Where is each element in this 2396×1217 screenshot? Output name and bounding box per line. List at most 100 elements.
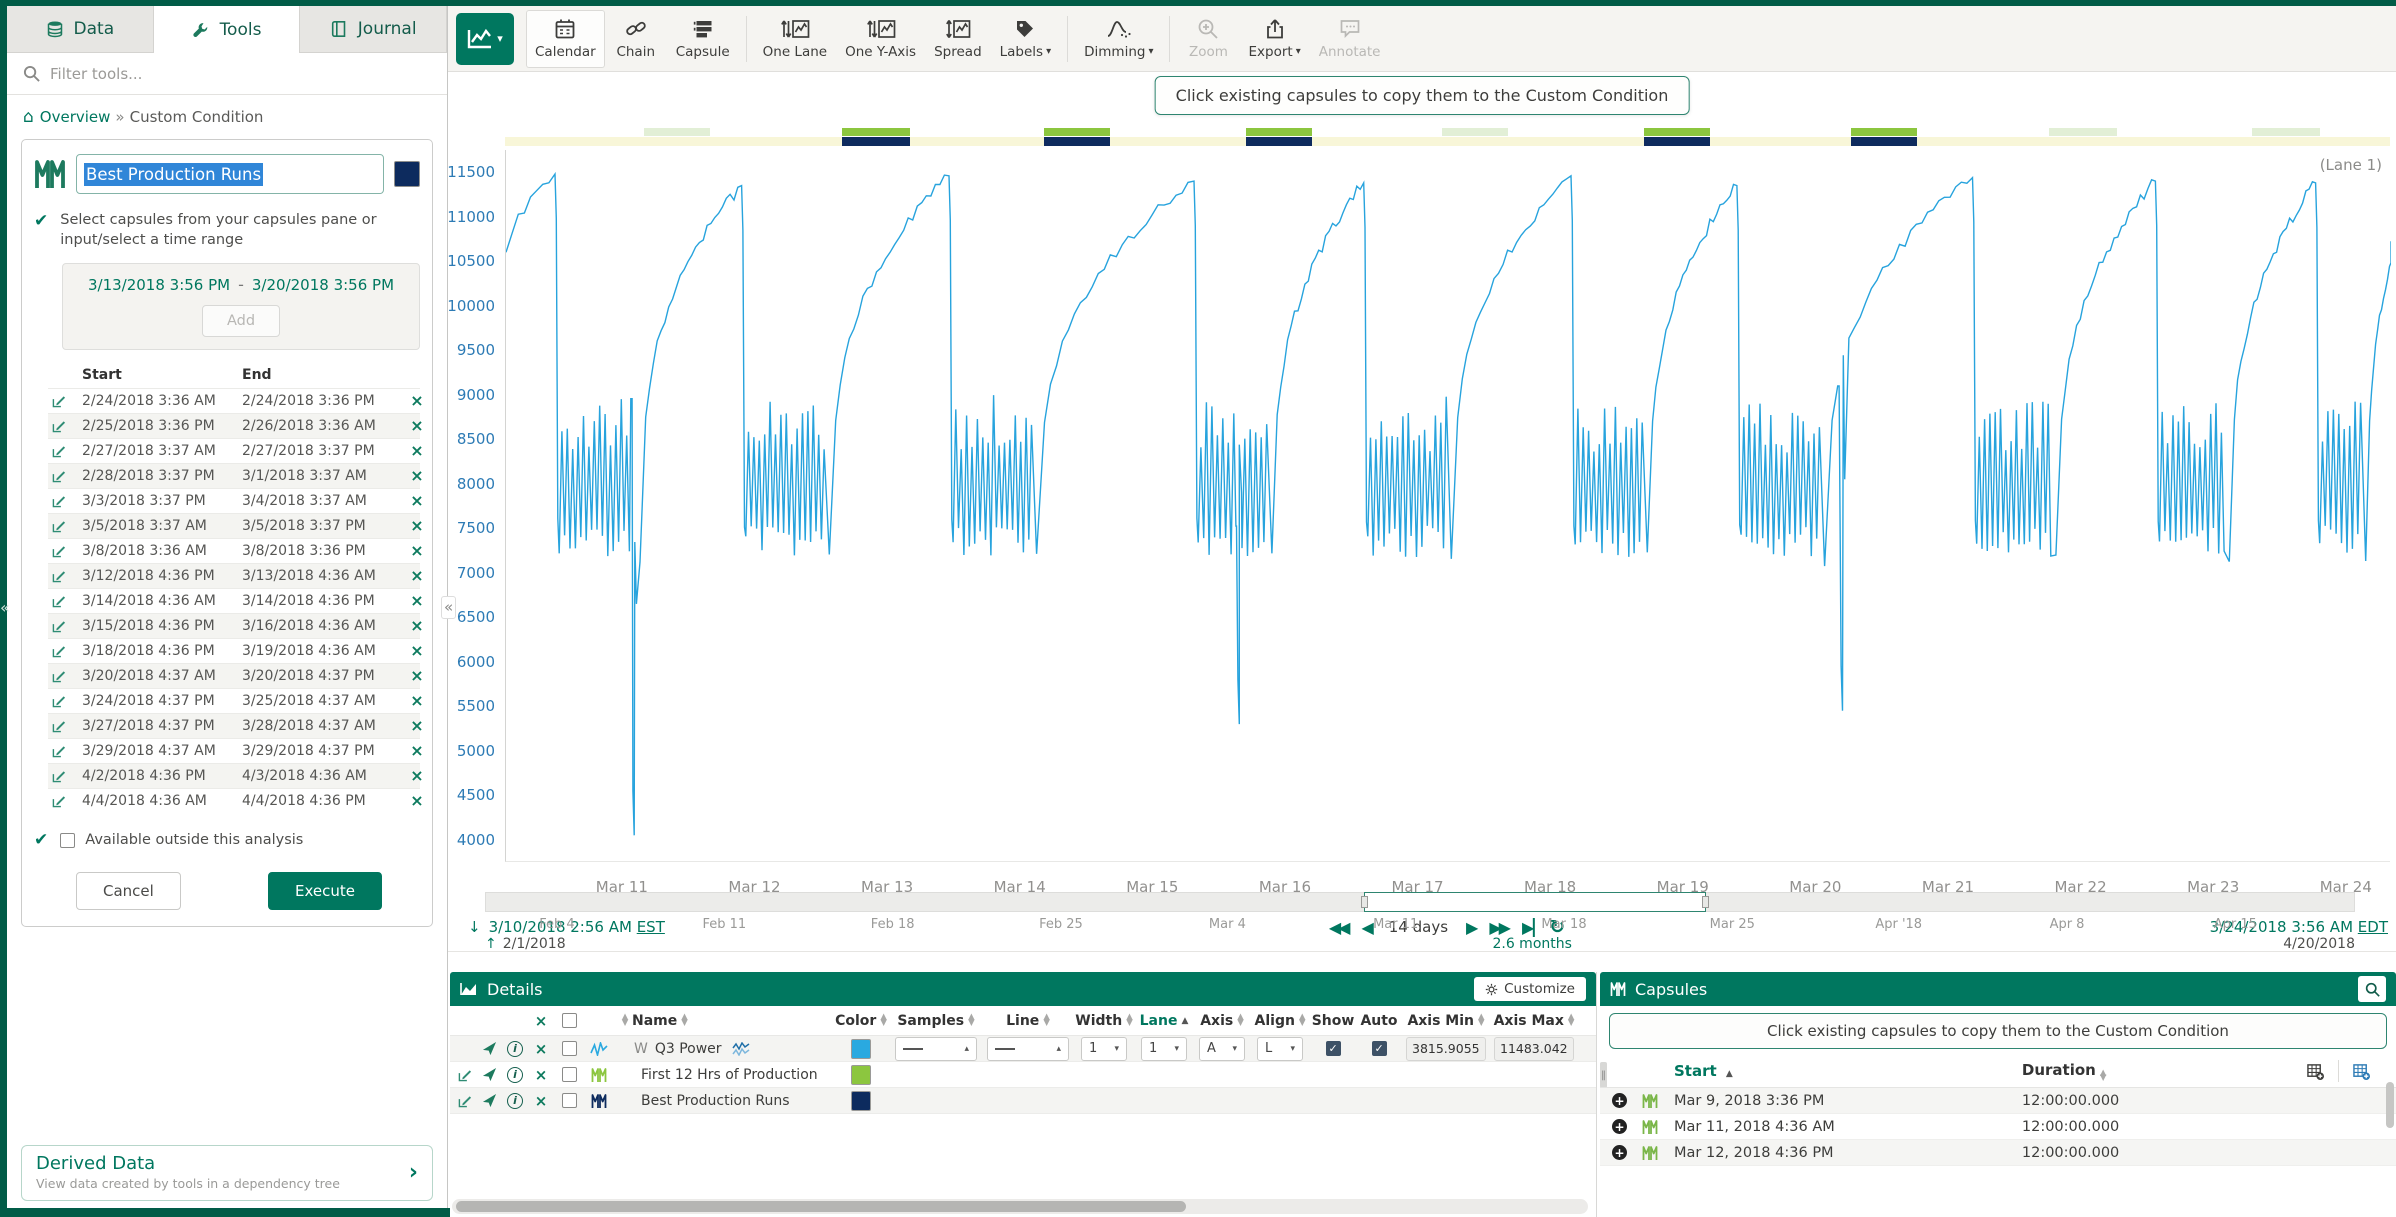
remove-icon[interactable]: × [402, 568, 432, 584]
toolbar-calendar[interactable]: Calendar [526, 10, 605, 68]
capsule-row[interactable]: +Mar 12, 2018 4:36 PM12:00:00.000 [1600, 1140, 2396, 1166]
sort-icon[interactable]: ▲▼ [1043, 1015, 1050, 1025]
select-all-checkbox[interactable] [562, 1013, 577, 1028]
edit-icon[interactable] [48, 694, 82, 708]
column-align[interactable]: Align▲▼ [1250, 1006, 1310, 1035]
edit-icon[interactable] [48, 719, 82, 733]
edit-icon[interactable] [454, 1094, 472, 1108]
condition-color-swatch[interactable] [394, 161, 420, 187]
add-capsule-icon[interactable]: + [1612, 1093, 1627, 1108]
column-line[interactable]: Line▲▼ [982, 1006, 1074, 1035]
item-name[interactable]: First 12 Hrs of Production [641, 1067, 818, 1083]
details-row[interactable]: i × First 12 Hrs of Production [450, 1062, 1596, 1088]
timebar-end[interactable]: 4/20/2018 [2283, 936, 2355, 952]
column-duration[interactable]: Duration▲▼ [2022, 1061, 2107, 1081]
remove-icon[interactable]: × [402, 418, 432, 434]
send-to-organizer-icon[interactable] [482, 1041, 497, 1056]
remove-icon[interactable]: × [402, 493, 432, 509]
range-end[interactable]: 3/20/2018 3:56 PM [252, 276, 394, 294]
remove-icon[interactable]: × [402, 643, 432, 659]
edit-icon[interactable] [48, 469, 82, 483]
capsule-segment-unselected[interactable] [2049, 128, 2117, 136]
column-width[interactable]: Width▲▼ [1074, 1006, 1134, 1035]
samples-dropdown[interactable]: ▴ [895, 1037, 977, 1061]
info-icon[interactable]: i [507, 1041, 523, 1057]
toolbar-spread[interactable]: Spread [925, 10, 991, 68]
row-checkbox[interactable] [562, 1041, 577, 1056]
sort-icon[interactable]: ▲▼ [1126, 1015, 1133, 1025]
remove-icon[interactable]: × [402, 793, 432, 809]
item-name[interactable]: Q3 Power [655, 1041, 722, 1057]
send-to-organizer-icon[interactable] [482, 1093, 497, 1108]
column-start[interactable]: Start ▲ [1674, 1062, 1733, 1080]
edit-icon[interactable] [48, 569, 82, 583]
edit-icon[interactable] [48, 619, 82, 633]
sort-icon[interactable]: ▲▼ [968, 1015, 975, 1025]
capsule-segment-navy[interactable] [1851, 137, 1917, 146]
column-auto[interactable]: Auto [1356, 1006, 1402, 1035]
q3-power-signal-line[interactable] [506, 174, 2391, 835]
sort-icon[interactable]: ▲▼ [1478, 1015, 1485, 1025]
width-dropdown[interactable]: 1▾ [1081, 1037, 1127, 1061]
item-name[interactable]: Best Production Runs [641, 1093, 790, 1109]
auto-scale-checkbox[interactable] [1372, 1041, 1387, 1056]
remove-icon[interactable]: × [535, 1066, 548, 1084]
edit-icon[interactable] [48, 519, 82, 533]
lane-dropdown[interactable]: 1▾ [1141, 1037, 1187, 1061]
toolbar-labels[interactable]: Labels▾ [991, 10, 1060, 68]
sort-icon[interactable]: ▲▼ [1237, 1015, 1244, 1025]
remove-icon[interactable]: × [402, 693, 432, 709]
available-outside-checkbox[interactable] [60, 833, 75, 848]
capsule-segment-selected[interactable] [1851, 128, 1917, 136]
axis-dropdown[interactable]: A▾ [1199, 1037, 1245, 1061]
capsule-segment-selected[interactable] [842, 128, 910, 136]
add-capsule-icon[interactable]: + [1612, 1145, 1627, 1160]
send-to-organizer-icon[interactable] [482, 1067, 497, 1082]
capsule-row[interactable]: +Mar 11, 2018 4:36 AM12:00:00.000 [1600, 1114, 2396, 1140]
edit-icon[interactable] [48, 594, 82, 608]
add-column-icon[interactable] [2307, 1063, 2324, 1080]
show-checkbox[interactable] [1326, 1041, 1341, 1056]
column-samples[interactable]: Samples▲▼ [890, 1006, 982, 1035]
edit-icon[interactable] [48, 494, 82, 508]
edit-icon[interactable] [48, 444, 82, 458]
details-hscrollbar[interactable] [456, 1201, 1186, 1212]
info-icon[interactable]: i [507, 1093, 523, 1109]
capsule-row[interactable]: +Mar 9, 2018 3:36 PM12:00:00.000 [1600, 1088, 2396, 1114]
edit-icon[interactable] [48, 744, 82, 758]
tab-tools[interactable]: Tools [154, 6, 301, 53]
remove-icon[interactable]: × [402, 443, 432, 459]
align-dropdown[interactable]: L▾ [1257, 1037, 1303, 1061]
capsule-segment-unselected[interactable] [644, 128, 710, 136]
add-capsule-icon[interactable]: + [1612, 1119, 1627, 1134]
color-swatch[interactable] [851, 1091, 871, 1111]
axis-min-input[interactable]: 3815.9055 [1406, 1037, 1486, 1061]
timebar-selection[interactable] [1364, 892, 1706, 912]
capsule-segment-navy[interactable] [842, 137, 910, 146]
edit-icon[interactable] [48, 794, 82, 808]
add-stat-column-icon[interactable] [2353, 1063, 2370, 1080]
capsule-segment-unselected[interactable] [1442, 128, 1508, 136]
remove-icon[interactable]: × [402, 543, 432, 559]
row-checkbox[interactable] [562, 1067, 577, 1082]
capsule-segment-selected[interactable] [1644, 128, 1710, 136]
column-color[interactable]: Color▲▼ [832, 1006, 890, 1035]
remove-icon[interactable]: × [402, 518, 432, 534]
capsules-vscrollbar[interactable] [2386, 1082, 2394, 1128]
sort-icon[interactable]: ▲▼ [622, 1015, 629, 1025]
capsule-segment-selected[interactable] [1044, 128, 1110, 136]
toolbar-dimming[interactable]: Dimming▾ [1075, 10, 1162, 68]
remove-icon[interactable]: × [402, 768, 432, 784]
edit-icon[interactable] [48, 769, 82, 783]
column-show[interactable]: Show [1310, 1006, 1356, 1035]
toolbar-capsule[interactable]: Capsule [667, 10, 739, 68]
remove-icon[interactable]: × [402, 743, 432, 759]
capsule-segment-navy[interactable] [1644, 137, 1710, 146]
info-icon[interactable]: i [507, 1067, 523, 1083]
line-dropdown[interactable]: ▴ [987, 1037, 1069, 1061]
cancel-button[interactable]: Cancel [76, 872, 181, 910]
remove-icon[interactable]: × [402, 668, 432, 684]
add-button[interactable]: Add [202, 305, 280, 337]
toolbar-one-lane[interactable]: One Lane [754, 10, 836, 68]
column-axis[interactable]: Axis▲▼ [1194, 1006, 1250, 1035]
